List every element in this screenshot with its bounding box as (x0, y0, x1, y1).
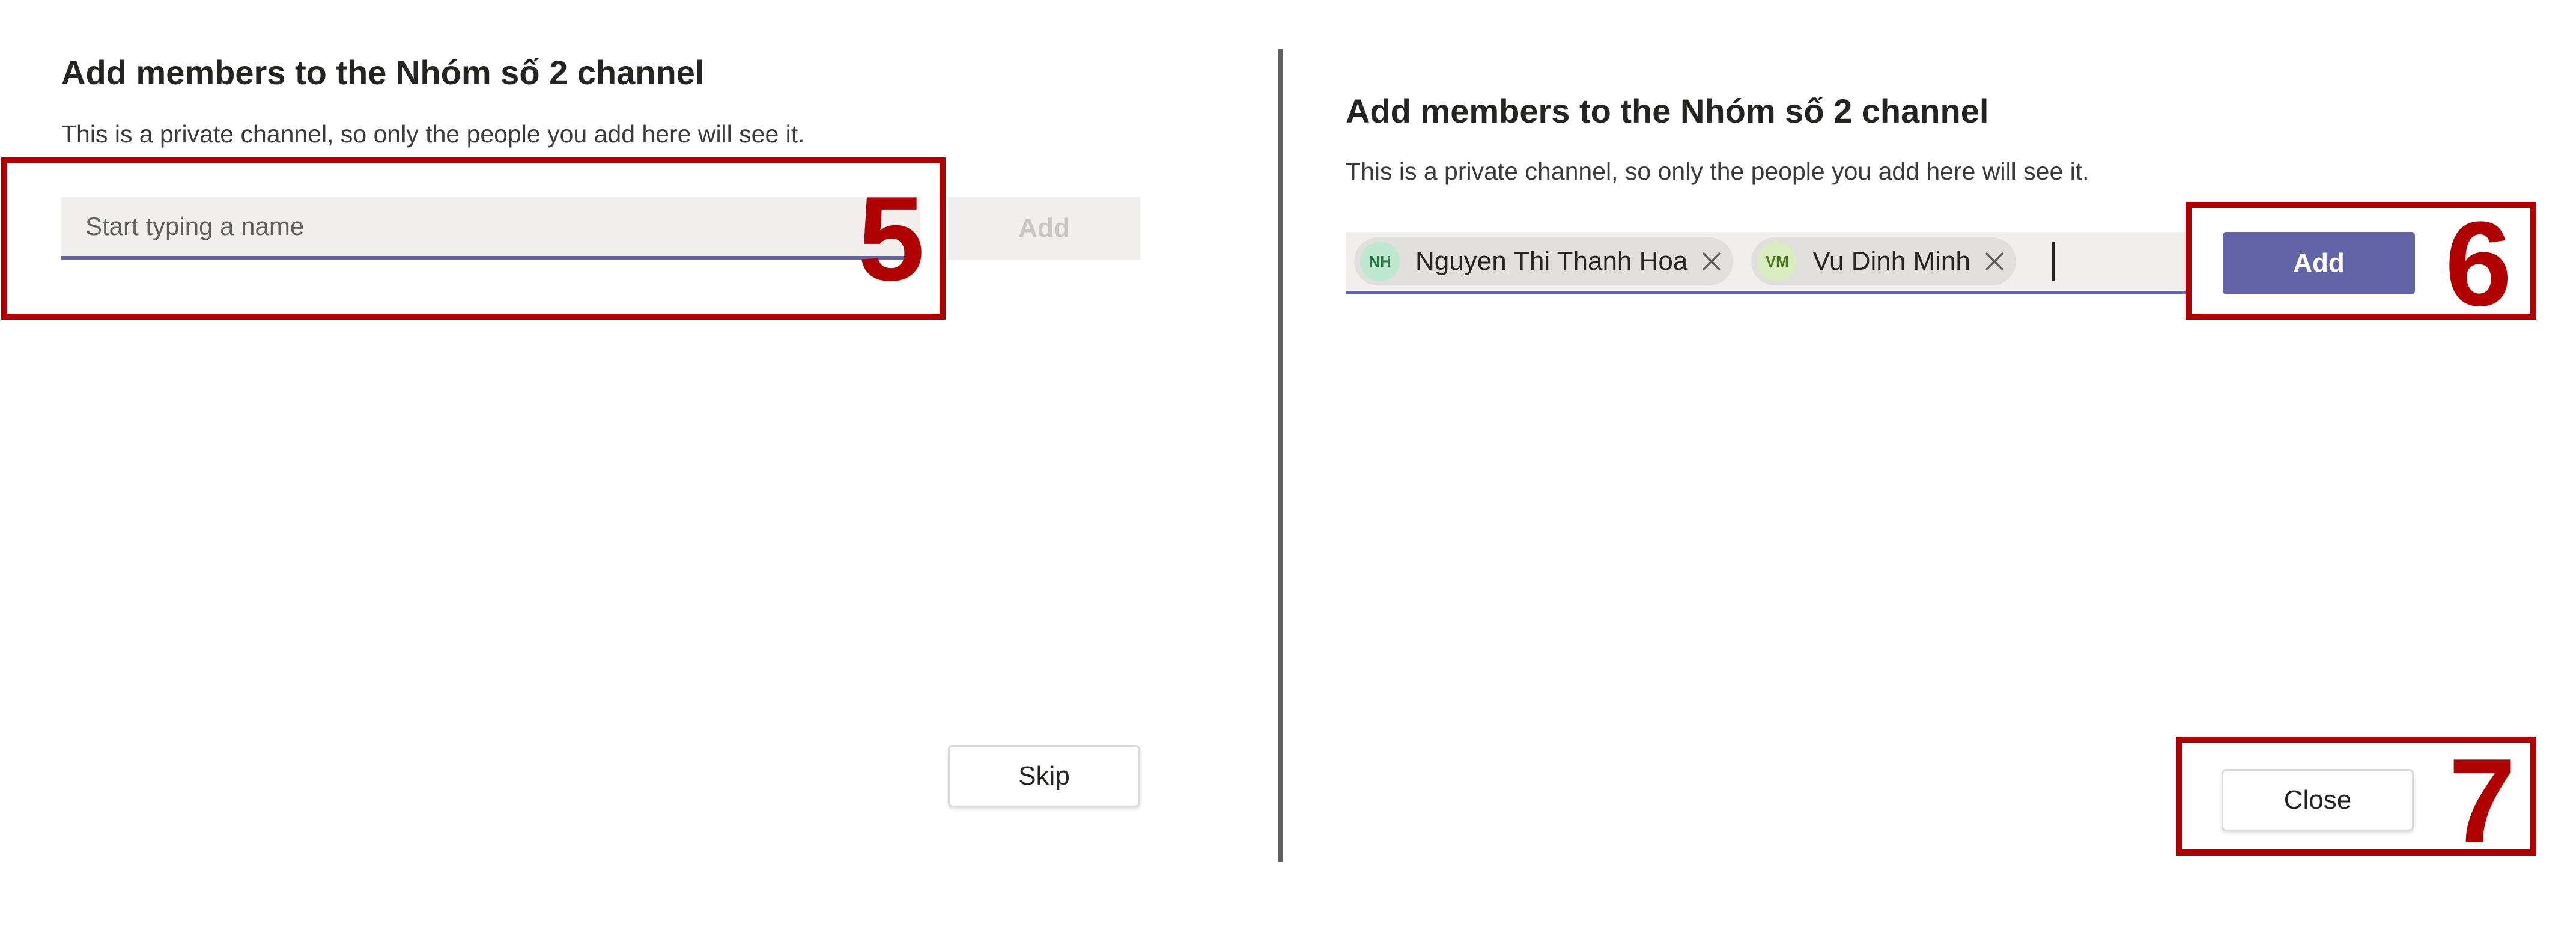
annotation-number-7: 7 (2449, 734, 2516, 868)
skip-button[interactable]: Skip (948, 745, 1140, 807)
add-button[interactable]: Add (948, 197, 1140, 260)
close-x-icon[interactable] (1701, 251, 1722, 272)
people-picker-input[interactable]: NH Nguyen Thi Thanh Hoa VM Vu Dinh Minh (1346, 232, 2187, 294)
dialog-subtitle: This is a private channel, so only the p… (61, 120, 805, 148)
annotation-number-5: 5 (858, 172, 925, 306)
close-x-icon[interactable] (1984, 251, 2005, 272)
dialog-subtitle: This is a private channel, so only the p… (1346, 157, 2089, 185)
person-name: Vu Dinh Minh (1812, 246, 1970, 276)
person-name: Nguyen Thi Thanh Hoa (1415, 246, 1688, 276)
add-members-dialog-left: Add members to the Nhóm số 2 channel Thi… (0, 0, 1278, 927)
dialog-title: Add members to the Nhóm số 2 channel (1346, 92, 1989, 130)
annotation-box-5 (1, 157, 946, 320)
selected-person-pill: NH Nguyen Thi Thanh Hoa (1354, 237, 1734, 285)
panel-divider (1278, 49, 1283, 862)
annotation-number-6: 6 (2445, 197, 2512, 331)
dialog-title: Add members to the Nhóm số 2 channel (61, 53, 705, 91)
avatar: VM (1757, 242, 1797, 281)
avatar: NH (1360, 242, 1400, 281)
text-cursor (2052, 242, 2055, 281)
selected-person-pill: VM Vu Dinh Minh (1751, 237, 2016, 285)
